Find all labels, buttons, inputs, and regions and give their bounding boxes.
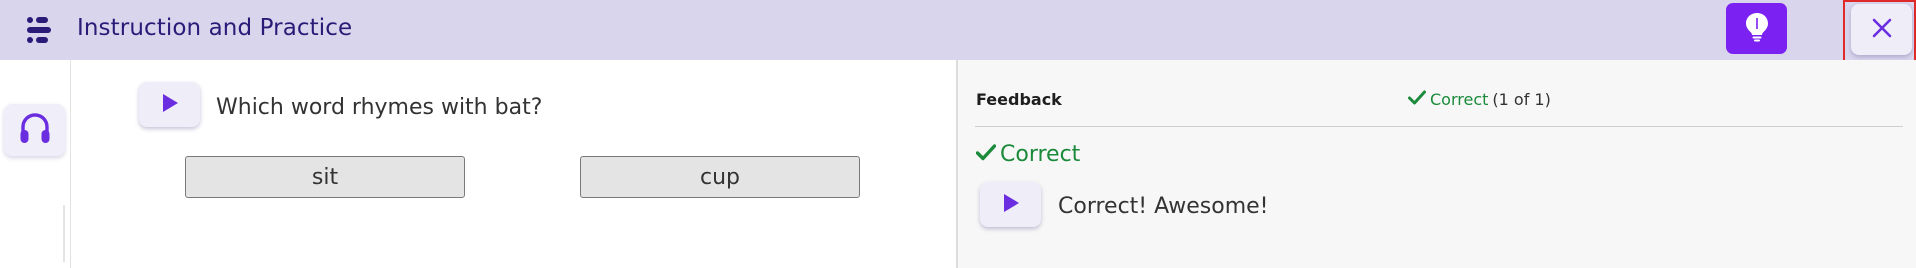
- feedback-play-button[interactable]: [980, 182, 1041, 227]
- answer-option-cup[interactable]: cup: [580, 156, 860, 198]
- answer-option-sit[interactable]: sit: [185, 156, 465, 198]
- checkmark-icon: [975, 142, 997, 167]
- question-area: Which word rhymes with bat? sit cup: [71, 60, 956, 268]
- play-icon: [1002, 193, 1020, 217]
- feedback-panel: Feedback Correct (1 of 1) Correct Correc…: [956, 60, 1916, 268]
- question-play-button[interactable]: [139, 82, 200, 127]
- hint-button[interactable]: [1726, 3, 1787, 54]
- left-rail: [0, 60, 71, 268]
- audio-button[interactable]: [4, 104, 65, 156]
- close-button[interactable]: [1851, 4, 1912, 55]
- top-bar: Instruction and Practice: [0, 0, 1916, 62]
- feedback-result-title: Correct: [975, 142, 1081, 167]
- feedback-status: Correct (1 of 1): [1408, 90, 1551, 109]
- feedback-heading: Feedback: [976, 90, 1062, 109]
- headphones-icon: [18, 111, 52, 149]
- page-title: Instruction and Practice: [77, 15, 353, 41]
- status-count: (1 of 1): [1492, 90, 1551, 109]
- divider: [975, 126, 1903, 127]
- scroll-indicator: [63, 205, 65, 262]
- close-icon: [1871, 17, 1893, 43]
- result-title-text: Correct: [1000, 142, 1081, 167]
- status-label: Correct: [1430, 90, 1489, 109]
- play-icon: [161, 93, 179, 117]
- question-text: Which word rhymes with bat?: [216, 95, 543, 120]
- lightbulb-icon: [1745, 12, 1769, 46]
- checkmark-icon: [1408, 90, 1426, 109]
- feedback-message: Correct! Awesome!: [1058, 194, 1269, 219]
- list-menu-icon[interactable]: [26, 15, 56, 45]
